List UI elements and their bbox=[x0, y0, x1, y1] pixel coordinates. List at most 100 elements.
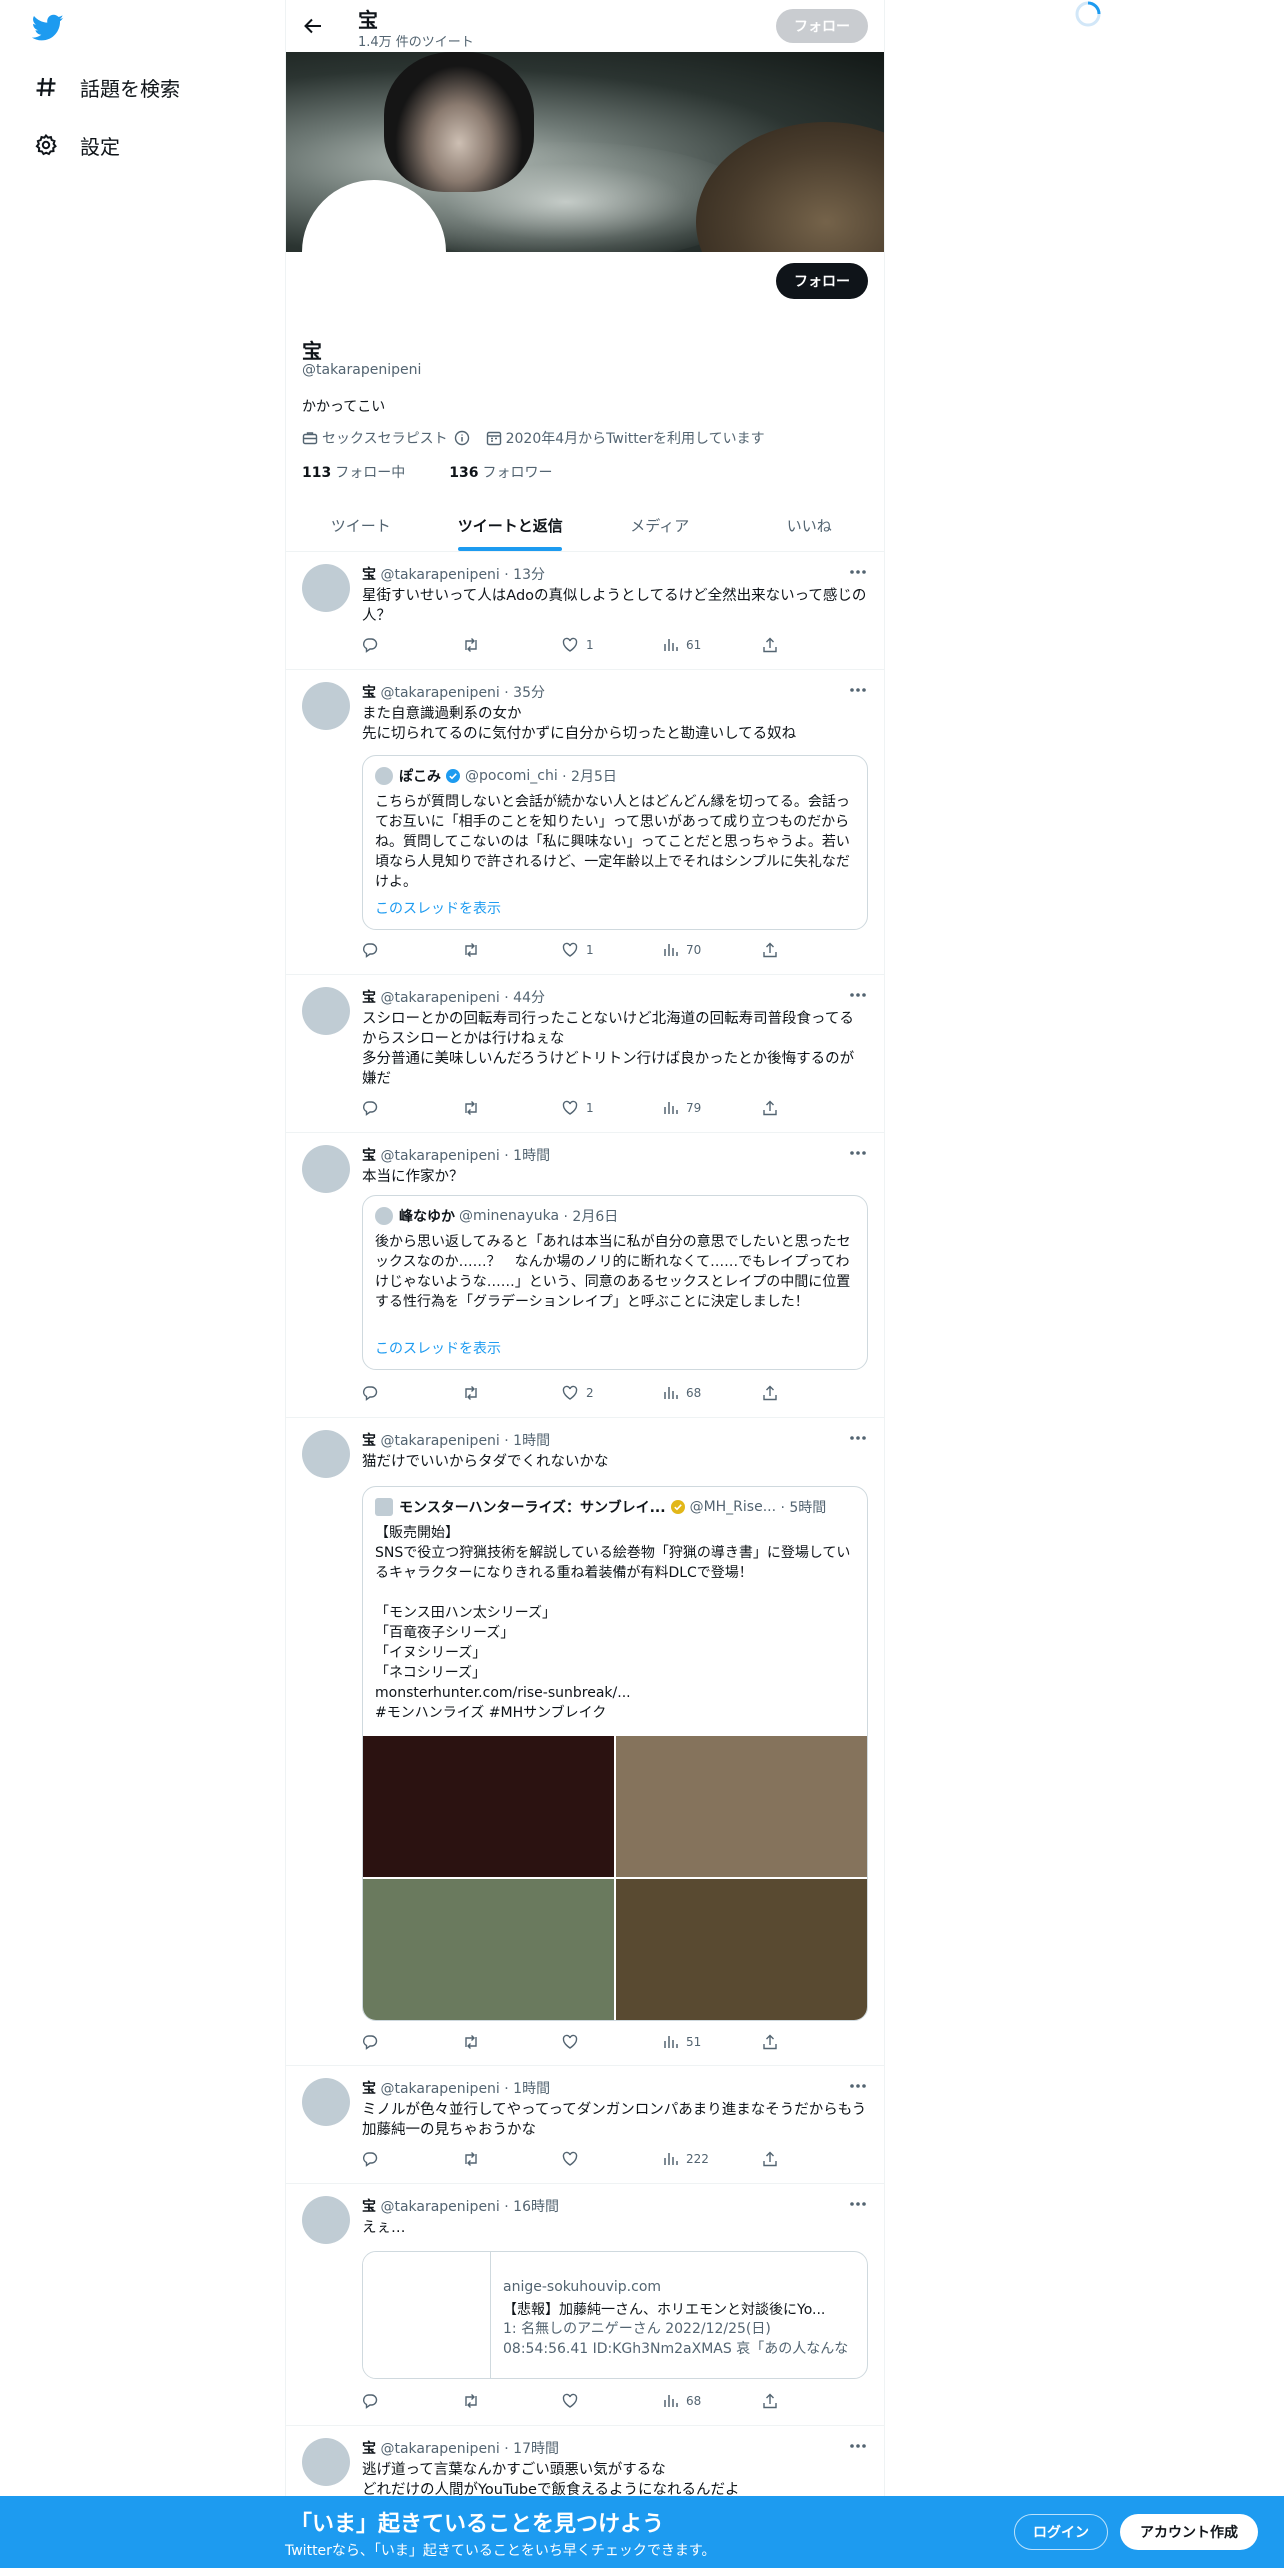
tweet-avatar[interactable] bbox=[302, 682, 350, 730]
reply-button[interactable] bbox=[362, 2034, 462, 2050]
quote-avatar bbox=[375, 767, 393, 785]
reply-button[interactable] bbox=[362, 2393, 462, 2409]
tweet-avatar[interactable] bbox=[302, 2078, 350, 2126]
share-button[interactable] bbox=[762, 2034, 862, 2050]
reply-button[interactable] bbox=[362, 2151, 462, 2167]
share-button[interactable] bbox=[762, 942, 862, 958]
profile-header-bar: 宝 1.4万 件のツイート フォロー bbox=[286, 0, 884, 52]
tweet-avatar[interactable] bbox=[302, 564, 350, 612]
media-image[interactable] bbox=[363, 1736, 614, 1877]
tweet-header: 宝 @takarapenipeni · 1時間 bbox=[362, 1148, 551, 1164]
tweet-avatar[interactable] bbox=[302, 2196, 350, 2244]
tab-tweets-replies[interactable]: ツイートと返信 bbox=[436, 500, 586, 551]
tweet[interactable]: 宝 @takarapenipeni · 16時間 えぇ… anige-sokuh… bbox=[286, 2184, 884, 2426]
views-button[interactable]: 61 bbox=[662, 637, 762, 653]
more-options-icon[interactable] bbox=[846, 1426, 870, 1450]
tweet-text: えぇ… bbox=[362, 2220, 406, 2236]
retweet-button[interactable] bbox=[462, 942, 562, 958]
retweet-button[interactable] bbox=[462, 1100, 562, 1116]
header-follow-button[interactable]: フォロー bbox=[776, 9, 868, 43]
info-icon[interactable] bbox=[454, 430, 470, 446]
link-card[interactable]: anige-sokuhouvip.com 【悲報】加藤純一さん、ホリエモンと対談… bbox=[362, 2251, 868, 2379]
tweet-text: 星街すいせいって人はAdoの真似しようとしてるけど全然出来ないって感じの人？ bbox=[362, 588, 867, 624]
share-button[interactable] bbox=[762, 2393, 862, 2409]
following-link[interactable]: 113 フォロー中 bbox=[302, 462, 427, 482]
tweet[interactable]: 宝 @takarapenipeni · 35分 また自意識過剰系の女か 先に切ら… bbox=[286, 670, 884, 975]
more-options-icon[interactable] bbox=[846, 2074, 870, 2098]
tweet[interactable]: 宝 @takarapenipeni · 1時間 ミノルが色々並行してやってってダ… bbox=[286, 2066, 884, 2184]
tweet[interactable]: 宝 @takarapenipeni · 1時間 本当に作家か？ 峰なゆか @mi… bbox=[286, 1133, 884, 1418]
more-options-icon[interactable] bbox=[846, 1141, 870, 1165]
tweet[interactable]: 宝 @takarapenipeni · 1時間 猫だけでいいからタダでくれないか… bbox=[286, 1418, 884, 2066]
like-button[interactable] bbox=[562, 2034, 662, 2050]
profile-name: 宝 bbox=[302, 339, 322, 363]
quote-media-grid[interactable] bbox=[363, 1736, 867, 2020]
profile-stats: 113 フォロー中 136 フォロワー bbox=[302, 462, 596, 482]
follow-button[interactable]: フォロー bbox=[776, 263, 868, 299]
views-button[interactable]: 222 bbox=[662, 2151, 762, 2167]
tweet-header: 宝 @takarapenipeni · 1時間 bbox=[362, 2081, 551, 2097]
tweet-avatar[interactable] bbox=[302, 2438, 350, 2486]
tweet[interactable]: 宝 @takarapenipeni · 44分 スシローとかの回転寿司行ったこと… bbox=[286, 975, 884, 1133]
back-arrow-icon[interactable] bbox=[298, 11, 328, 41]
reply-icon bbox=[363, 1386, 378, 1401]
share-icon bbox=[763, 1100, 777, 1116]
tweet-avatar[interactable] bbox=[302, 987, 350, 1035]
tab-likes[interactable]: いいね bbox=[735, 500, 885, 551]
tweet-avatar[interactable] bbox=[302, 1430, 350, 1478]
share-button[interactable] bbox=[762, 2151, 862, 2167]
quoted-tweet[interactable]: ぽこみ @pocomi_chi · 2月5日 こちらが質問しないと会話が続かない… bbox=[362, 755, 868, 930]
tweet-avatar[interactable] bbox=[302, 1145, 350, 1193]
nav-settings[interactable]: 設定 bbox=[32, 125, 120, 165]
link-card-title: 【悲報】加藤純一さん、ホリエモンと対談後にYo... bbox=[503, 2302, 826, 2318]
followers-link[interactable]: 136 フォロワー bbox=[449, 462, 574, 482]
quoted-tweet[interactable]: モンスターハンターライズ：サンブレイ... @MH_Rise... · 5時間 … bbox=[362, 1486, 868, 2021]
views-chart-icon bbox=[664, 1387, 678, 1399]
reply-button[interactable] bbox=[362, 942, 462, 958]
reply-button[interactable] bbox=[362, 637, 462, 653]
views-button[interactable]: 51 bbox=[662, 2034, 762, 2050]
retweet-button[interactable] bbox=[462, 2393, 562, 2409]
like-button[interactable]: 1 bbox=[562, 1100, 662, 1116]
views-button[interactable]: 68 bbox=[662, 1385, 762, 1401]
like-button[interactable] bbox=[562, 2151, 662, 2167]
show-thread-link[interactable]: このスレッドを表示 bbox=[375, 898, 501, 918]
show-thread-link[interactable]: このスレッドを表示 bbox=[375, 1338, 501, 1358]
signup-button[interactable]: アカウント作成 bbox=[1120, 2514, 1258, 2550]
tab-tweets[interactable]: ツイート bbox=[286, 500, 436, 551]
like-button[interactable] bbox=[562, 2393, 662, 2409]
profile-avatar[interactable] bbox=[302, 180, 446, 324]
more-options-icon[interactable] bbox=[846, 678, 870, 702]
like-button[interactable]: 1 bbox=[562, 942, 662, 958]
media-image[interactable] bbox=[616, 1736, 867, 1877]
reply-button[interactable] bbox=[362, 1385, 462, 1401]
tab-media[interactable]: メディア bbox=[585, 500, 735, 551]
retweet-button[interactable] bbox=[462, 2151, 562, 2167]
login-button[interactable]: ログイン bbox=[1014, 2514, 1108, 2550]
share-button[interactable] bbox=[762, 637, 862, 653]
twitter-logo-icon[interactable] bbox=[31, 14, 64, 42]
share-button[interactable] bbox=[762, 1100, 862, 1116]
retweet-button[interactable] bbox=[462, 1385, 562, 1401]
share-button[interactable] bbox=[762, 1385, 862, 1401]
like-button[interactable]: 2 bbox=[562, 1385, 662, 1401]
like-button[interactable]: 1 bbox=[562, 637, 662, 653]
more-options-icon[interactable] bbox=[846, 983, 870, 1007]
views-button[interactable]: 70 bbox=[662, 942, 762, 958]
media-image[interactable] bbox=[363, 1879, 614, 2020]
tweet[interactable]: 宝 @takarapenipeni · 13分 星街すいせいって人はAdoの真似… bbox=[286, 552, 884, 670]
heart-icon bbox=[562, 637, 578, 652]
more-options-icon[interactable] bbox=[846, 2434, 870, 2458]
retweet-button[interactable] bbox=[462, 2034, 562, 2050]
header-tweet-count: 1.4万 件のツイート bbox=[358, 35, 474, 50]
more-options-icon[interactable] bbox=[846, 560, 870, 584]
views-button[interactable]: 79 bbox=[662, 1100, 762, 1116]
signup-banner-title: 「いま」起きていることを見つけよう bbox=[290, 2512, 665, 2537]
quoted-tweet[interactable]: 峰なゆか @minenayuka · 2月6日 後から思い返してみると「あれは本… bbox=[362, 1195, 868, 1370]
views-button[interactable]: 68 bbox=[662, 2393, 762, 2409]
more-options-icon[interactable] bbox=[846, 2192, 870, 2216]
retweet-button[interactable] bbox=[462, 637, 562, 653]
media-image[interactable] bbox=[616, 1879, 867, 2020]
reply-button[interactable] bbox=[362, 1100, 462, 1116]
nav-explore[interactable]: 話題を検索 bbox=[32, 67, 180, 107]
